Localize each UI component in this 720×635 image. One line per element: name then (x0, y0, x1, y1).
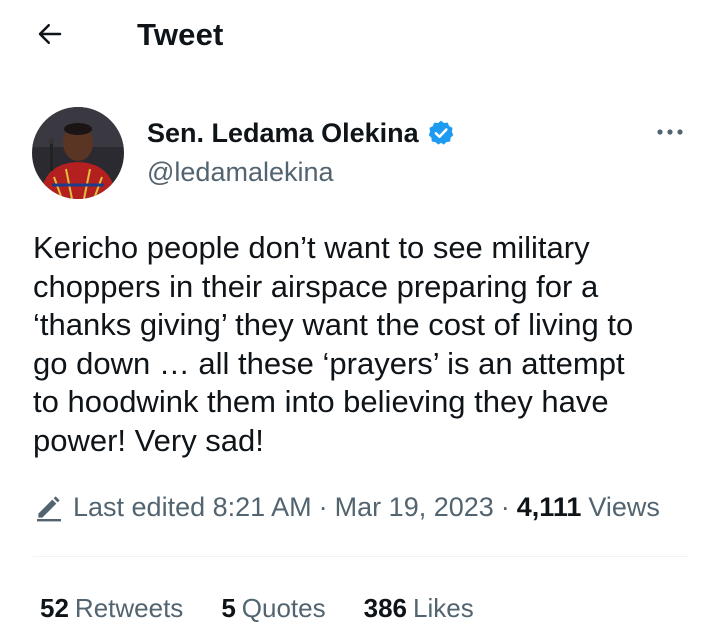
arrow-left-icon (35, 19, 65, 54)
retweets-count: 52 (40, 593, 69, 623)
more-options-button[interactable] (650, 118, 690, 148)
engagement-stats: 52 Retweets 5 Quotes 386 Likes (40, 590, 512, 626)
author-block: Sen. Ledama Olekina @ledamalekina (147, 114, 455, 190)
retweets-stat[interactable]: 52 Retweets (40, 590, 183, 626)
meta-separator: · (318, 492, 328, 522)
edited-timestamp[interactable]: Last edited 8:21 AM (73, 488, 312, 526)
avatar[interactable] (32, 107, 124, 199)
verified-badge-icon (427, 119, 455, 147)
retweets-label: Retweets (74, 593, 184, 623)
display-name-row: Sen. Ledama Olekina (147, 114, 455, 152)
top-bar: Tweet (0, 0, 720, 70)
likes-label: Likes (413, 593, 474, 623)
display-name[interactable]: Sen. Ledama Olekina (147, 114, 419, 152)
tweet-date[interactable]: Mar 19, 2023 (335, 488, 494, 526)
quotes-stat[interactable]: 5 Quotes (221, 590, 325, 626)
page-title: Tweet (137, 17, 224, 52)
views-label: Views (588, 492, 660, 522)
tweet-text: Kericho people don’t want to see militar… (33, 230, 634, 458)
meta-separator: · (500, 492, 510, 522)
tweet-meta: Last edited 8:21 AM · Mar 19, 2023 · 4,1… (33, 488, 660, 526)
divider (33, 556, 688, 557)
back-button[interactable] (28, 16, 72, 56)
likes-count: 386 (363, 593, 407, 623)
quotes-count: 5 (221, 593, 236, 623)
more-horizontal-icon (655, 124, 685, 142)
quotes-label: Quotes (241, 593, 326, 623)
likes-stat[interactable]: 386 Likes (364, 590, 474, 626)
views-count: 4,111 (516, 492, 582, 522)
user-handle[interactable]: @ledamalekina (147, 154, 455, 190)
pencil-edit-icon[interactable] (33, 491, 65, 523)
